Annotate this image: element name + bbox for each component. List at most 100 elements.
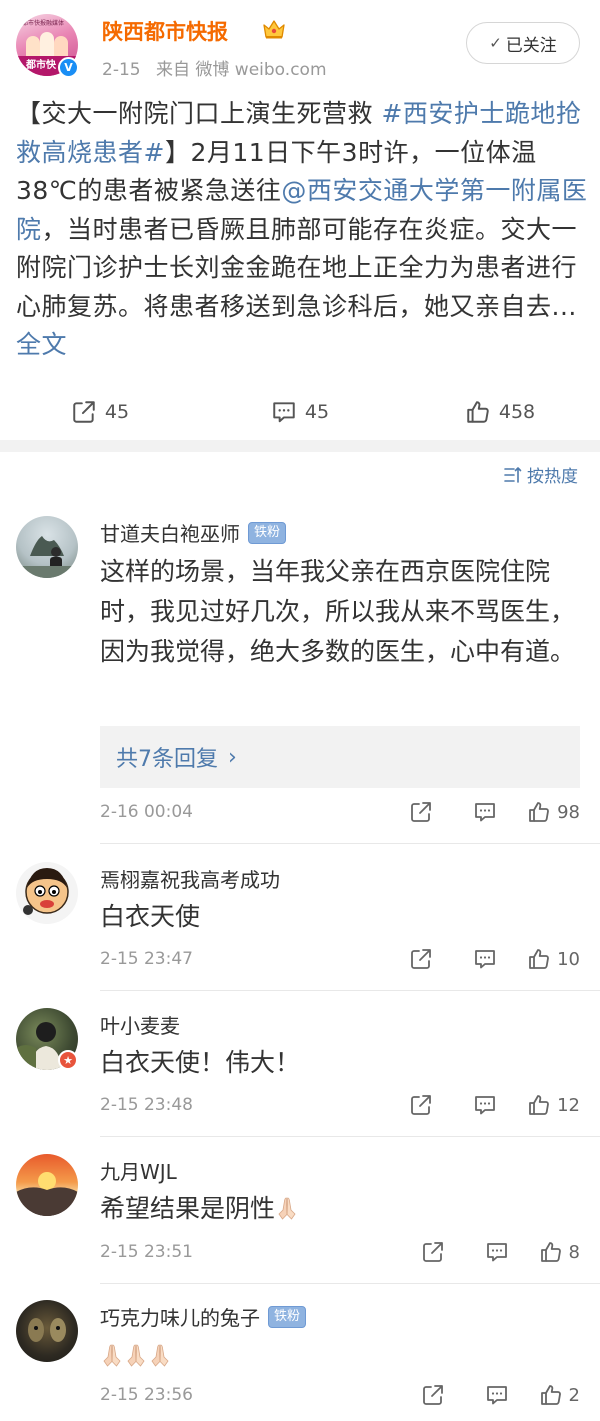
post-action-bar: 45 45 458 <box>0 384 600 440</box>
comment-text[interactable] <box>100 1336 580 1376</box>
commenter-avatar[interactable] <box>16 1300 78 1362</box>
commenter-name-row: 焉栩嘉祝我高考成功 <box>100 864 280 893</box>
fan-badge: 铁粉 <box>268 1305 307 1328</box>
post-text-part: 【交大一附院门口上演生死营救 <box>16 99 382 128</box>
commenter-name-row: 九月WJL <box>100 1156 177 1185</box>
repost-button[interactable]: 45 <box>0 384 200 440</box>
sort-toggle[interactable]: 按热度 <box>503 462 578 487</box>
comment-time: 2-15 23:56 <box>100 1385 193 1405</box>
thumbs-up-icon <box>527 800 551 824</box>
commenter-name[interactable]: 九月WJL <box>100 1156 177 1185</box>
share-icon[interactable] <box>409 947 433 971</box>
comment-like-button[interactable]: 8 <box>539 1240 580 1264</box>
avatar-brand-text: 都市快 <box>26 60 56 71</box>
comment-text[interactable]: 希望结果是阴性 <box>100 1189 580 1229</box>
commenter-avatar[interactable] <box>16 516 78 578</box>
comment-icon[interactable] <box>485 1383 509 1407</box>
commenter-avatar[interactable] <box>16 1154 78 1216</box>
praying-hands-icon <box>124 1342 148 1368</box>
share-icon[interactable] <box>421 1240 445 1264</box>
post-text: 【交大一附院门口上演生死营救 #西安护士跪地抢救高烧患者#】2月11日下午3时许… <box>16 95 588 365</box>
comment-like-button[interactable]: 2 <box>539 1383 580 1407</box>
share-icon[interactable] <box>421 1383 445 1407</box>
comment-icon <box>271 399 297 425</box>
star-badge-icon: ★ <box>58 1050 78 1070</box>
comment-footer: 2-15 23:48 12 <box>100 1093 580 1123</box>
comment-divider <box>100 843 600 844</box>
comment-footer: 2-16 00:04 98 <box>100 800 580 830</box>
comment-text[interactable]: 这样的场景，当年我父亲在西京医院住院时，我见过好几次，所以我从来不骂医生，因为我… <box>100 552 580 672</box>
view-replies-button[interactable]: 共7条回复 › <box>100 726 580 788</box>
comment-like-count: 12 <box>557 1094 580 1116</box>
commenter-name[interactable]: 叶小麦麦 <box>100 1010 180 1039</box>
comment-count: 45 <box>304 401 330 423</box>
comment-like-count: 2 <box>568 1384 580 1406</box>
post-source: 来自 微博 weibo.com <box>156 60 327 80</box>
share-icon[interactable] <box>409 800 433 824</box>
comment-divider <box>100 1136 600 1137</box>
read-more-link[interactable]: 全文 <box>16 330 67 359</box>
comment-time: 2-15 23:48 <box>100 1095 193 1115</box>
thumbs-up-icon <box>539 1240 563 1264</box>
comment-divider <box>100 990 600 991</box>
comment-like-button[interactable]: 10 <box>527 947 580 971</box>
comment-like-button[interactable]: 12 <box>527 1093 580 1117</box>
comment-actions: 12 <box>409 1093 580 1117</box>
comment-text[interactable]: 白衣天使 <box>100 897 580 937</box>
comment-actions: 10 <box>409 947 580 971</box>
comment-actions: 2 <box>421 1383 580 1407</box>
comment-icon[interactable] <box>473 800 497 824</box>
fan-badge: 铁粉 <box>248 521 287 544</box>
follow-button[interactable]: ✓ 已关注 <box>466 22 580 64</box>
comment-text-content: 希望结果是阴性 <box>100 1194 276 1223</box>
praying-hands-icon <box>275 1195 299 1221</box>
commenter-name-row: 叶小麦麦 <box>100 1010 180 1039</box>
commenter-name[interactable]: 焉栩嘉祝我高考成功 <box>100 864 280 893</box>
commenter-name[interactable]: 巧克力味儿的兔子 <box>100 1302 260 1331</box>
comment-actions: 98 <box>409 800 580 824</box>
comment-icon[interactable] <box>473 947 497 971</box>
follow-label: 已关注 <box>505 35 557 56</box>
comment-icon[interactable] <box>473 1093 497 1117</box>
share-icon <box>71 399 97 425</box>
comment-like-button[interactable]: 98 <box>527 800 580 824</box>
share-icon[interactable] <box>409 1093 433 1117</box>
comment-like-count: 10 <box>557 948 580 970</box>
comment-like-count: 98 <box>557 801 580 823</box>
thumbs-up-icon <box>527 947 551 971</box>
commenter-avatar[interactable] <box>16 862 78 924</box>
sort-label: 按热度 <box>527 467 578 487</box>
comment-time: 2-15 23:47 <box>100 949 193 969</box>
thumbs-up-icon <box>539 1383 563 1407</box>
comment-actions: 8 <box>421 1240 580 1264</box>
crown-icon[interactable] <box>261 17 287 41</box>
thumbs-up-icon <box>465 399 491 425</box>
replies-label: 共7条回复 <box>116 747 218 772</box>
comment-footer: 2-15 23:51 8 <box>100 1240 580 1270</box>
praying-hands-icon <box>100 1342 124 1368</box>
check-icon: ✓ <box>489 34 502 52</box>
avatar-banner: 都市快报融媒体 <box>22 20 65 27</box>
sort-icon <box>504 466 522 483</box>
comment-divider <box>100 1283 600 1284</box>
author-name[interactable]: 陕西都市快报 <box>102 16 228 46</box>
commenter-name-row: 巧克力味儿的兔子 铁粉 <box>100 1302 307 1331</box>
comment-time: 2-16 00:04 <box>100 802 193 822</box>
post-text-part: ，当时患者已昏厥且肺部可能存在炎症。交大一附院门诊护士长刘金金跪在地上正全力为患… <box>16 214 578 321</box>
section-divider <box>0 440 600 452</box>
commenter-name-row: 甘道夫白袍巫师 铁粉 <box>100 518 287 547</box>
like-button[interactable]: 458 <box>400 384 600 440</box>
comment-footer: 2-15 23:56 2 <box>100 1383 580 1413</box>
verified-icon: V <box>58 57 79 78</box>
post-meta: 2-15 来自 微博 weibo.com <box>102 55 327 80</box>
post-header: 都市快报融媒体 都市快 V 陕西都市快报 2-15 来自 微博 weibo.co… <box>0 0 600 90</box>
comment-time: 2-15 23:51 <box>100 1242 193 1262</box>
comment-footer: 2-15 23:47 10 <box>100 947 580 977</box>
comment-text[interactable]: 白衣天使！伟大！ <box>100 1043 580 1083</box>
comment-like-count: 8 <box>568 1241 580 1263</box>
thumbs-up-icon <box>527 1093 551 1117</box>
like-count: 458 <box>498 401 536 423</box>
commenter-name[interactable]: 甘道夫白袍巫师 <box>100 518 240 547</box>
comment-icon[interactable] <box>485 1240 509 1264</box>
comment-button[interactable]: 45 <box>200 384 400 440</box>
